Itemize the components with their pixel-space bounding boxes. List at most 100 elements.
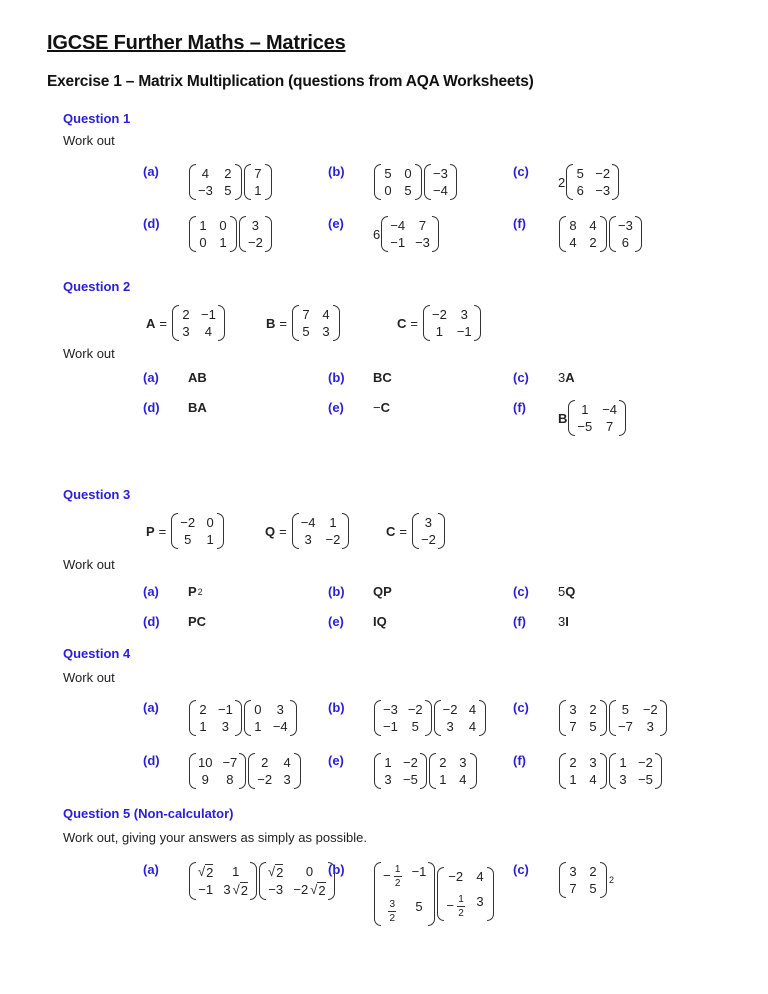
math-expression: 2 3 1 4 1 −2 3 −5 [558, 753, 663, 789]
matrix-name: Q [265, 523, 276, 539]
matrix-entry: 4 [589, 218, 597, 233]
part-label: (c) [513, 584, 529, 599]
denominator: 2 [389, 913, 396, 924]
matrix-grid: −2 4 3 4 [441, 700, 480, 736]
matrix-entry: 5 [576, 166, 584, 181]
matrix: 8442 [559, 216, 607, 252]
matrix-grid: −2 3 1 −1 [430, 305, 474, 341]
math-expression: P2 [188, 584, 203, 599]
left-parenthesis [374, 700, 381, 736]
matrix-entry: 1 [581, 402, 589, 417]
matrix-grid: −3 −2 −1 5 [381, 700, 425, 736]
right-parenthesis [473, 305, 481, 341]
left-parenthesis [189, 862, 196, 900]
matrix-entry: 3 [251, 218, 260, 233]
radicand: 2 [275, 864, 284, 880]
matrix-symbol: P [188, 584, 197, 599]
radical-sign: √ [267, 864, 276, 879]
matrix-entry: 1 [206, 532, 214, 547]
matrix-grid: 8442 [566, 216, 600, 252]
matrix-entry: 9 [201, 772, 209, 787]
right-parenthesis [449, 164, 457, 200]
matrix-entry: 32 [383, 899, 402, 924]
matrix-entry: 1 [199, 719, 207, 734]
coefficient: 3 [223, 882, 231, 897]
radicand: 2 [205, 864, 214, 880]
matrix-symbol: C [380, 400, 390, 415]
document-title: IGCSE Further Maths – Matrices [47, 32, 346, 54]
matrix-entry: −4 [390, 218, 406, 233]
radical-sign: √ [310, 882, 318, 897]
matrix-entry: −7 [618, 719, 633, 734]
right-parenthesis [469, 753, 477, 789]
matrix-entry: −4 [602, 402, 618, 417]
right-parenthesis [239, 753, 247, 789]
right-parenthesis [217, 513, 225, 549]
matrix-entry: 4 [468, 702, 477, 717]
matrix-entry: 0 [219, 218, 227, 233]
matrix-entry: −3 [618, 218, 633, 233]
part-label: (f) [513, 216, 526, 231]
question-2-part-d: (d) BA [143, 400, 207, 415]
matrix-symbol: BC [373, 370, 392, 385]
matrix-entry: √ 2 [267, 864, 284, 880]
matrix-entry: 3 [384, 772, 392, 787]
question-1-heading: Question 1 [63, 111, 131, 126]
matrix-entry: 1 [232, 864, 240, 879]
matrix: −2 3 1 −1 [422, 305, 481, 341]
matrix-entry: 0 [199, 235, 207, 250]
matrix-grid: 3 −2 [419, 513, 438, 549]
fraction: 12 [393, 864, 402, 889]
matrix-entry: −2 [248, 235, 263, 250]
exercise-subtitle: Exercise 1 – Matrix Multiplication (ques… [47, 73, 534, 90]
matrix-name: C [386, 523, 396, 539]
matrix: 2 −1 3 4 [171, 305, 225, 341]
left-parenthesis [559, 862, 566, 898]
matrix-entry: −4 [272, 719, 288, 734]
question-2-part-e: (e) − C [328, 400, 390, 415]
matrix-grid: 1 −4 −5 7 [575, 400, 619, 436]
part-label: (a) [143, 862, 159, 877]
question-3-part-d: (d) PC [143, 614, 206, 629]
math-expression: 8 4 4 2 −3 6 [558, 216, 643, 252]
math-expression: 4 2 −3 5 7 1 [188, 164, 273, 200]
matrix-entry: 2 [439, 755, 447, 770]
fraction: 32 [388, 899, 397, 924]
matrix: 3 −2 [411, 513, 445, 549]
matrix-entry: −1 [456, 324, 472, 339]
left-parenthesis [291, 305, 299, 341]
matrix: 5005 [374, 164, 422, 200]
matrix: −3 6 [609, 216, 642, 252]
matrix-entry: −5 [577, 419, 593, 434]
matrix-grid: 1001 [196, 216, 230, 252]
matrix-grid: 3 −2 [246, 216, 265, 252]
matrix-symbol: A [565, 370, 575, 385]
matrix-entry: 4 [322, 307, 330, 322]
equals-sign: = [399, 523, 407, 539]
matrix-entry: −1 [390, 235, 406, 250]
matrix-entry: 6 [576, 183, 584, 198]
left-parenthesis [171, 513, 179, 549]
matrix-definition-p: P = −2 0 5 1 [146, 513, 225, 549]
matrix-entry: 2 [589, 235, 597, 250]
matrix-entry: −1 [198, 882, 214, 897]
part-label: (f) [513, 614, 526, 629]
square-root: √ 2 [198, 864, 214, 880]
matrix-entry: 1 [384, 755, 392, 770]
question-4-part-e: (e) 1 −2 3 −5 2 3 1 4 [328, 753, 478, 789]
matrix-entry: −2 [431, 307, 447, 322]
left-parenthesis [248, 753, 256, 789]
matrix-entry: −1 [218, 702, 233, 717]
matrix-grid: 3275 [566, 862, 600, 898]
matrix-entry: 5 [621, 702, 630, 717]
matrix-entry: −3 [415, 235, 430, 250]
matrix-entry: −2 [595, 166, 611, 181]
matrix-entry: 2 [199, 702, 207, 717]
matrix: 2314 [559, 753, 607, 789]
matrix-entry: 3 [460, 307, 468, 322]
matrix-entry: 4 [283, 755, 291, 770]
matrix: 5 −2 6 −3 [566, 164, 620, 200]
matrix-entry: −2 [257, 772, 273, 787]
matrix-entry: 1 [439, 772, 447, 787]
left-parenthesis [411, 513, 419, 549]
